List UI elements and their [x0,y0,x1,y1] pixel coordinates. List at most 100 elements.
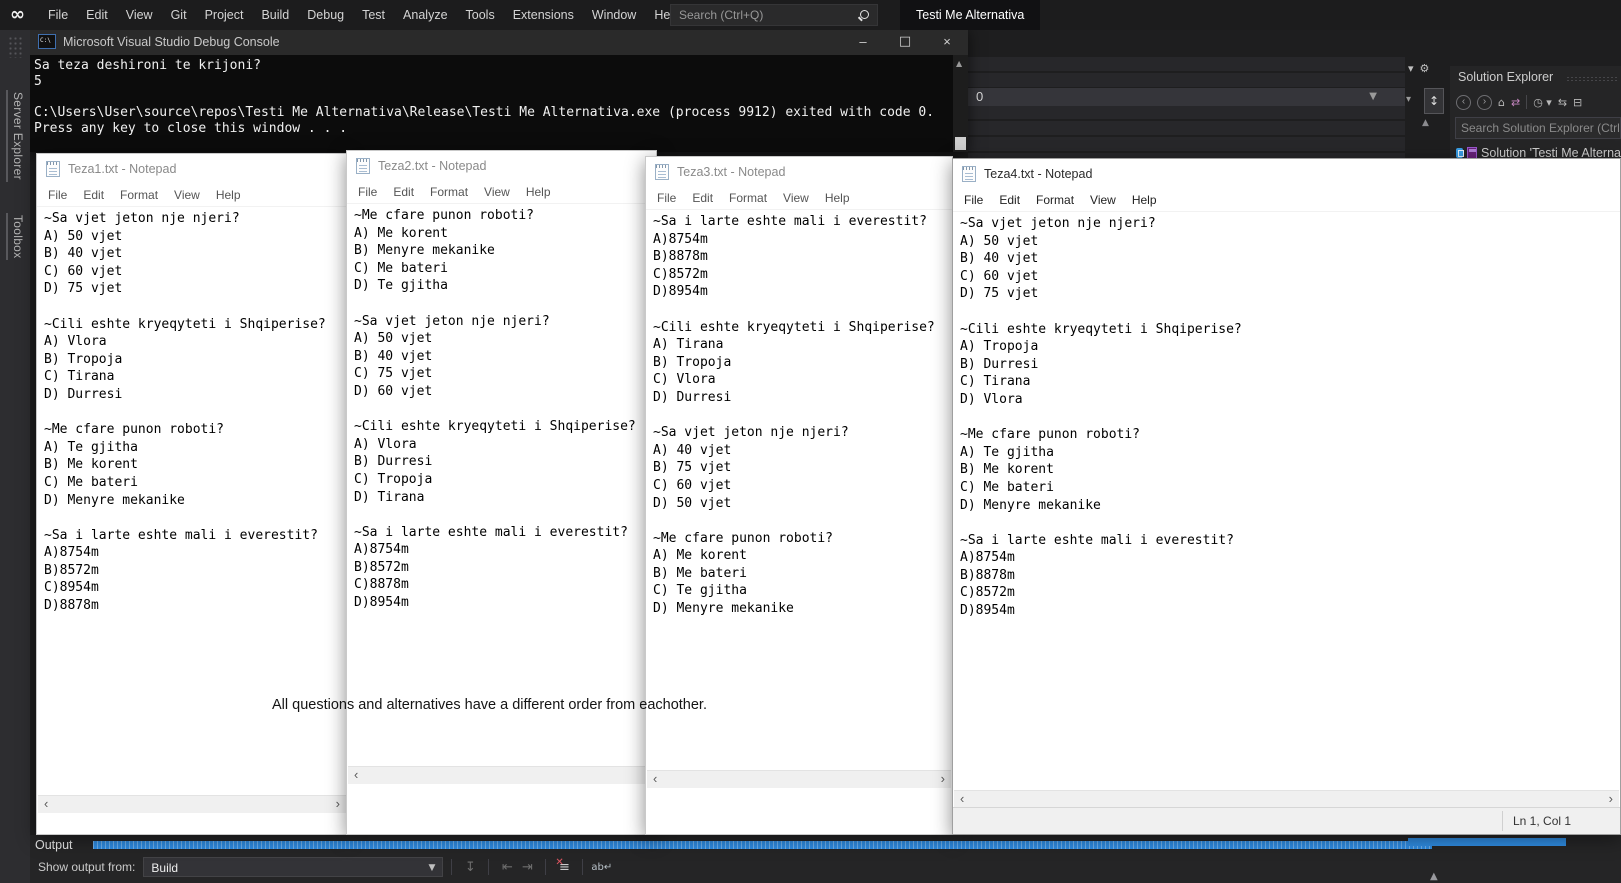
collapse-all-icon[interactable]: ⊟ [1573,96,1582,109]
notepad-titlebar[interactable]: Teza1.txt - Notepad [37,154,347,184]
scroll-right-icon[interactable]: › [1609,791,1613,807]
scroll-up-icon[interactable]: ▲ [1430,871,1438,882]
notepad-titlebar[interactable]: Teza2.txt - Notepad [347,151,656,181]
scroll-left-icon[interactable]: ‹ [44,796,48,812]
scroll-up-icon[interactable]: ▲ [956,59,962,68]
menu-item[interactable]: File [350,185,385,199]
scroll-right-icon[interactable]: › [336,796,340,812]
pending-changes-filter-icon[interactable]: ◷ ▾ [1533,96,1552,109]
menu-item[interactable]: Window [583,0,645,30]
toolbar-separator [488,859,490,875]
menu-item[interactable]: Help [208,188,249,202]
menu-item[interactable]: Build [252,0,298,30]
forward-button[interactable]: › [1477,94,1492,110]
menu-item[interactable]: Test [353,0,394,30]
menu-item[interactable]: File [40,188,75,202]
notepad-content[interactable]: ~Me cfare punon roboti? A) Me korent B) … [347,204,656,612]
menu-item[interactable]: View [775,191,817,205]
previous-message-icon[interactable]: ⇤ [497,860,517,875]
horizontal-scrollbar[interactable]: ‹ › [954,790,1619,808]
console-titlebar[interactable]: C:\ Microsoft Visual Studio Debug Consol… [28,28,968,55]
notepad-content[interactable]: ~Sa vjet jeton nje njeri? A) 50 vjet B) … [953,212,1620,620]
console-output[interactable]: Sa teza deshironi te krijoni? 5 C:\Users… [28,55,952,152]
quick-search-box[interactable]: Search (Ctrl+Q) [670,4,878,26]
sync-active-document-icon[interactable]: ⇄ [1511,96,1520,109]
notepad-titlebar[interactable]: Teza3.txt - Notepad [646,157,952,187]
status-separator [1502,811,1503,831]
menu-item[interactable]: File [39,0,77,30]
menu-item[interactable]: Format [721,191,775,205]
scroll-left-icon[interactable]: ‹ [653,771,657,787]
scroll-left-icon[interactable]: ‹ [960,791,964,807]
debug-console-window: C:\ Microsoft Visual Studio Debug Consol… [28,28,968,152]
menu-item[interactable]: Format [112,188,166,202]
back-button[interactable]: ‹ [1456,94,1471,110]
menu-item[interactable]: View [117,0,162,30]
menu-item[interactable]: Help [817,191,858,205]
menu-item[interactable]: Edit [77,0,117,30]
close-button[interactable]: × [926,28,968,55]
menu-item[interactable]: File [956,193,991,207]
scroll-right-icon[interactable]: › [941,771,945,787]
menu-item[interactable]: Analyze [394,0,456,30]
menu-item[interactable]: Project [196,0,253,30]
chevron-down-icon[interactable]: ▼ [1369,88,1377,106]
maximize-button[interactable]: □ [884,28,926,55]
menu-item[interactable]: Edit [75,188,112,202]
left-tool-rail: Server Explorer Toolbox [0,30,30,883]
find-message-icon[interactable]: ↧ [460,860,480,875]
output-panel-title[interactable]: Output [35,838,73,852]
notepad-content[interactable]: ~Sa vjet jeton nje njeri? A) 50 vjet B) … [37,207,347,615]
horizontal-scrollbar[interactable]: ‹ › [348,766,655,784]
next-message-icon[interactable]: ⇥ [517,860,537,875]
splitter-icon[interactable]: ↕ [1424,88,1444,114]
menu-item[interactable]: File [649,191,684,205]
sidebar-tab-toolbox[interactable]: Toolbox [6,213,27,261]
output-source-value: Build [151,861,179,875]
notepad-title: Teza2.txt - Notepad [378,159,487,173]
menu-item[interactable]: Edit [684,191,721,205]
horizontal-scrollbar[interactable]: ‹ › [647,770,951,788]
home-icon[interactable]: ⌂ [1498,96,1505,109]
scroll-up-icon[interactable]: ▲ [1422,118,1429,128]
horizontal-scrollbar[interactable]: ‹ › [38,795,346,813]
panel-drag-dots [1566,76,1619,82]
scrollbar-thumb[interactable] [955,137,966,150]
menu-item[interactable]: View [1082,193,1124,207]
sidebar-tab-server-explorer[interactable]: Server Explorer [6,90,27,182]
menu-item[interactable]: Format [422,185,476,199]
clear-all-icon[interactable]: ≡ ✕ [554,857,574,875]
minimize-button[interactable]: – [842,28,884,55]
menu-item[interactable]: View [166,188,208,202]
notepad-content[interactable]: ~Sa i larte eshte mali i everestit? A)87… [646,210,952,618]
notepad-window-teza2: Teza2.txt - Notepad File Edit Format View He… [346,150,657,835]
annotation-text: All questions and alternatives have a di… [272,697,707,713]
menu-item[interactable]: Debug [298,0,353,30]
scroll-left-icon[interactable]: ‹ [354,767,358,783]
console-scrollbar[interactable]: ▲ [953,55,968,152]
notepad-title: Teza3.txt - Notepad [677,165,786,179]
output-source-dropdown[interactable]: Build ▼ [143,857,444,877]
notepad-titlebar[interactable]: Teza4.txt - Notepad [953,159,1620,189]
notepad-window-teza4: Teza4.txt - Notepad File Edit Format View He… [952,158,1621,835]
menu-item[interactable]: Format [1028,193,1082,207]
menu-item[interactable]: Edit [991,193,1028,207]
editor-selected-row[interactable]: 0 ▼ [968,88,1405,106]
menu-item[interactable]: Help [518,185,559,199]
menu-item[interactable]: Git [162,0,196,30]
menu-item[interactable]: Tools [457,0,504,30]
solution-explorer-search-input[interactable]: Search Solution Explorer (Ctrl+;) [1455,117,1621,139]
pane-dropdown-icon[interactable]: ▾ [1408,62,1420,75]
menu-item[interactable]: Extensions [504,0,583,30]
output-toolbar: Show output from: Build ▼ ↧ ⇤ ⇥ ≡ ✕ ab↵ [30,855,1621,879]
menu-item[interactable]: Help [1124,193,1165,207]
notepad-menu-bar: File Edit Format View Help [37,184,347,207]
search-placeholder: Search (Ctrl+Q) [679,8,764,22]
menu-item[interactable]: Edit [385,185,422,199]
accent-bar-fragment [1408,838,1566,846]
word-wrap-icon[interactable]: ab↵ [591,862,612,873]
refresh-icon[interactable]: ⇆ [1558,96,1567,109]
gear-icon[interactable]: ⚙ [1420,62,1436,75]
combo-chevron-icon[interactable]: ▾ [1406,94,1411,105]
menu-item[interactable]: View [476,185,518,199]
